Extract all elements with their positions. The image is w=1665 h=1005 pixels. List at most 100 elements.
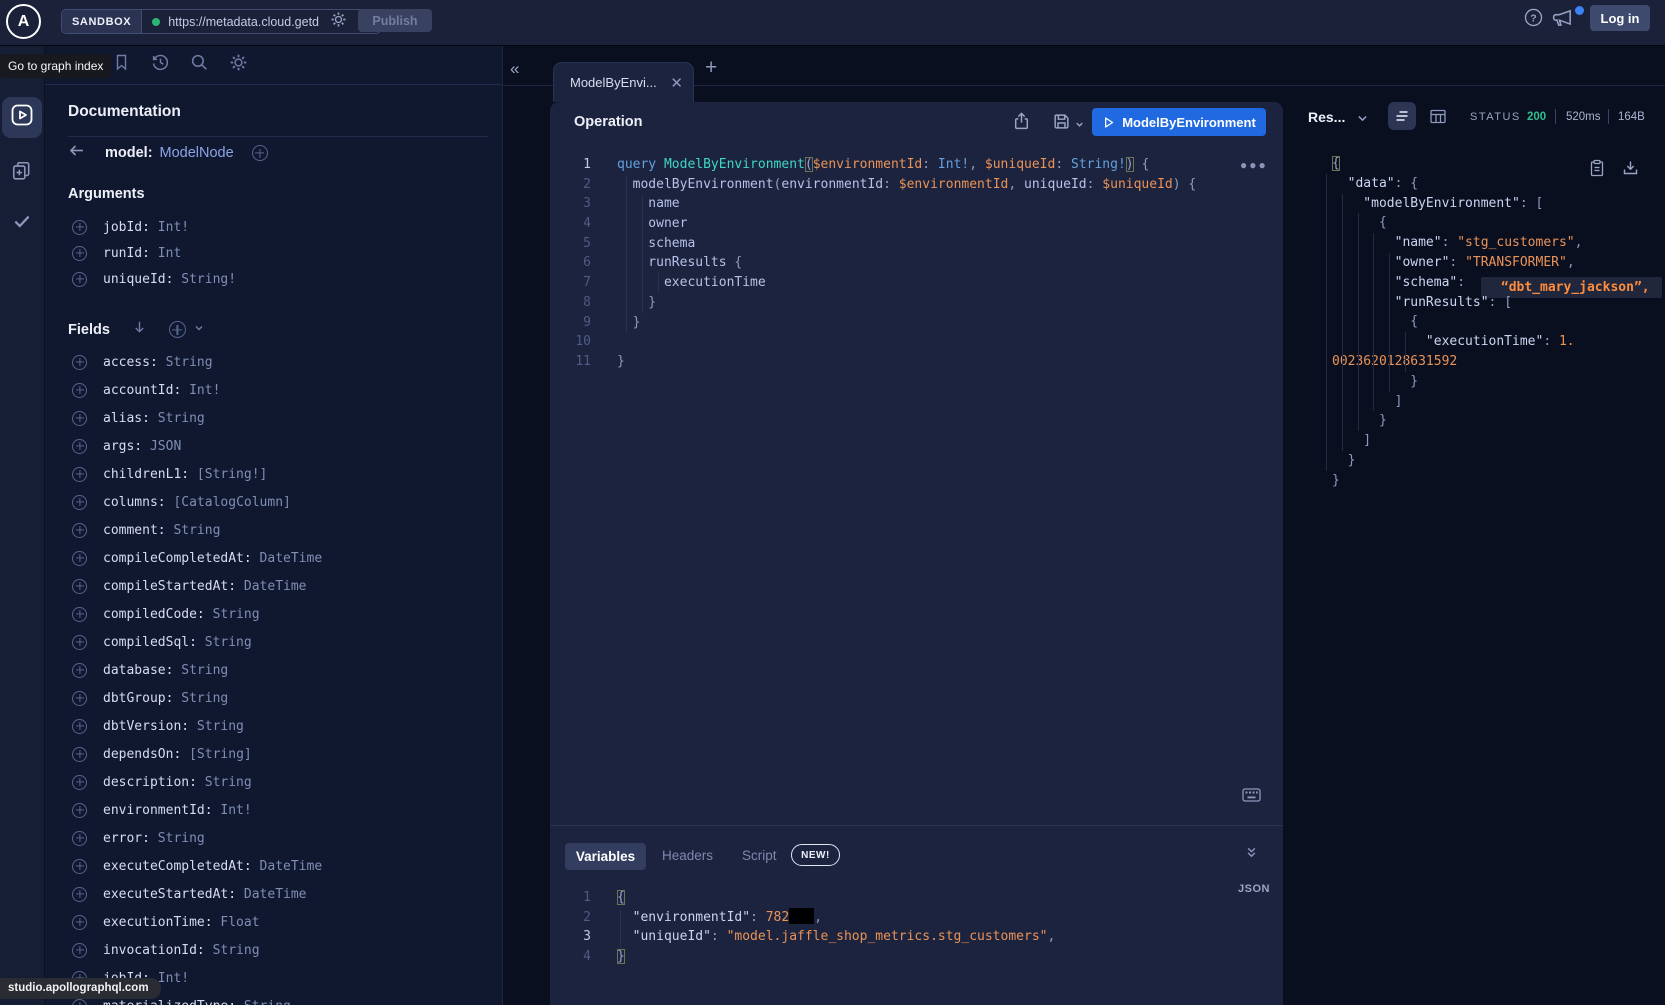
field-name[interactable]: compiledSql: (103, 635, 197, 650)
add-field-icon[interactable] (72, 803, 87, 818)
add-field-icon[interactable] (72, 495, 87, 510)
bookmark-icon[interactable] (113, 53, 130, 77)
add-field-icon[interactable] (72, 915, 87, 930)
field-name[interactable]: jobId: (103, 220, 150, 235)
keyboard-shortcuts-icon[interactable] (1242, 788, 1261, 807)
field-name[interactable]: dependsOn: (103, 747, 181, 762)
field-type[interactable]: Int! (181, 383, 220, 398)
operation-collections-icon[interactable] (11, 160, 32, 186)
new-tab-button[interactable]: + (705, 56, 717, 80)
breadcrumb-type[interactable]: ModelNode (160, 145, 234, 161)
add-field-icon[interactable] (72, 887, 87, 902)
add-field-icon[interactable] (72, 635, 87, 650)
tab-modelbyenvironment[interactable]: ModelByEnvi... ✕ (553, 62, 694, 102)
save-menu-chevron-icon[interactable] (1074, 117, 1085, 135)
operation-overflow-menu[interactable]: ●●● (1240, 158, 1268, 172)
response-table-view-button[interactable] (1429, 108, 1447, 130)
add-field-icon[interactable] (72, 220, 87, 235)
field-name[interactable]: compiledCode: (103, 607, 205, 622)
field-name[interactable]: compileStartedAt: (103, 579, 236, 594)
history-icon[interactable] (151, 53, 170, 77)
field-type[interactable]: [String!] (189, 467, 267, 482)
add-field-icon[interactable] (72, 775, 87, 790)
search-icon[interactable] (190, 53, 209, 77)
field-name[interactable]: accountId: (103, 383, 181, 398)
add-field-icon[interactable] (72, 439, 87, 454)
field-name[interactable]: alias: (103, 411, 150, 426)
field-type[interactable]: String (166, 523, 221, 538)
back-arrow-icon[interactable] (68, 143, 85, 163)
announcements-megaphone-icon[interactable] (1552, 8, 1574, 33)
field-name[interactable]: dbtVersion: (103, 719, 189, 734)
field-type[interactable]: String (197, 775, 252, 790)
explorer-nav-item[interactable] (2, 97, 42, 138)
checks-icon[interactable] (12, 211, 32, 236)
add-field-icon[interactable] (72, 663, 87, 678)
add-field-icon[interactable] (72, 355, 87, 370)
field-type[interactable]: DateTime (252, 551, 322, 566)
response-menu-chevron-icon[interactable] (1356, 112, 1369, 130)
add-field-icon[interactable] (72, 719, 87, 734)
field-name[interactable]: error: (103, 831, 150, 846)
field-name[interactable]: columns: (103, 495, 166, 510)
add-field-icon[interactable] (72, 691, 87, 706)
field-type[interactable]: Int (150, 246, 181, 261)
save-operation-icon[interactable] (1052, 112, 1071, 136)
share-operation-icon[interactable] (1012, 112, 1031, 136)
add-field-icon[interactable] (72, 551, 87, 566)
field-name[interactable]: database: (103, 663, 173, 678)
response-tree-view-button[interactable] (1388, 102, 1416, 130)
field-name[interactable]: invocationId: (103, 943, 205, 958)
field-name[interactable]: comment: (103, 523, 166, 538)
add-field-icon[interactable] (72, 383, 87, 398)
field-type[interactable]: String (173, 691, 228, 706)
close-tab-icon[interactable]: ✕ (670, 74, 683, 92)
apollo-logo[interactable]: A (6, 4, 41, 39)
add-field-icon[interactable] (72, 467, 87, 482)
field-type[interactable]: String (189, 719, 244, 734)
field-name[interactable]: args: (103, 439, 142, 454)
field-name[interactable]: access: (103, 355, 158, 370)
publish-button[interactable]: Publish (358, 9, 432, 32)
field-name[interactable]: executeCompletedAt: (103, 859, 252, 874)
field-type[interactable]: DateTime (236, 887, 306, 902)
sort-fields-icon[interactable] (132, 319, 147, 340)
field-name[interactable]: description: (103, 775, 197, 790)
field-type[interactable]: [String] (181, 747, 251, 762)
field-type[interactable]: Int! (150, 220, 189, 235)
add-field-icon[interactable] (72, 747, 87, 762)
endpoint-url-input[interactable]: https://metadata.cloud.getd (142, 10, 380, 33)
field-type[interactable]: Float (213, 915, 260, 930)
tab-variables[interactable]: Variables (565, 843, 646, 870)
field-type[interactable]: Int! (213, 803, 252, 818)
field-name[interactable]: uniqueId: (103, 272, 173, 287)
field-type[interactable]: String (197, 635, 252, 650)
add-field-icon[interactable] (72, 943, 87, 958)
tab-headers[interactable]: Headers (662, 848, 713, 863)
field-type[interactable]: DateTime (252, 859, 322, 874)
add-field-icon[interactable] (72, 411, 87, 426)
field-name[interactable]: materializedType: (103, 999, 236, 1005)
field-name[interactable]: executionTime: (103, 915, 213, 930)
field-type[interactable]: String (205, 943, 260, 958)
field-name[interactable]: runId: (103, 246, 150, 261)
field-name[interactable]: childrenL1: (103, 467, 189, 482)
login-button[interactable]: Log in (1590, 5, 1650, 31)
add-field-icon[interactable] (72, 999, 87, 1005)
field-type[interactable]: [CatalogColumn] (166, 495, 291, 510)
collapse-variables-icon[interactable] (1244, 845, 1259, 865)
doc-settings-gear-icon[interactable] (229, 53, 248, 77)
add-field-icon[interactable] (72, 831, 87, 846)
query-editor[interactable]: 1query ModelByEnvironment($environmentId… (550, 155, 1283, 372)
field-name[interactable]: dbtGroup: (103, 691, 173, 706)
collapse-doc-panel-icon[interactable]: « (510, 60, 519, 77)
field-type[interactable]: String (236, 999, 291, 1005)
add-type-icon[interactable] (252, 145, 268, 161)
field-type[interactable]: String (158, 355, 213, 370)
field-type[interactable]: String (150, 411, 205, 426)
help-icon[interactable]: ? (1524, 8, 1543, 32)
add-field-icon[interactable] (72, 607, 87, 622)
field-type[interactable]: DateTime (236, 579, 306, 594)
add-field-icon[interactable] (72, 272, 87, 287)
field-name[interactable]: compileCompletedAt: (103, 551, 252, 566)
